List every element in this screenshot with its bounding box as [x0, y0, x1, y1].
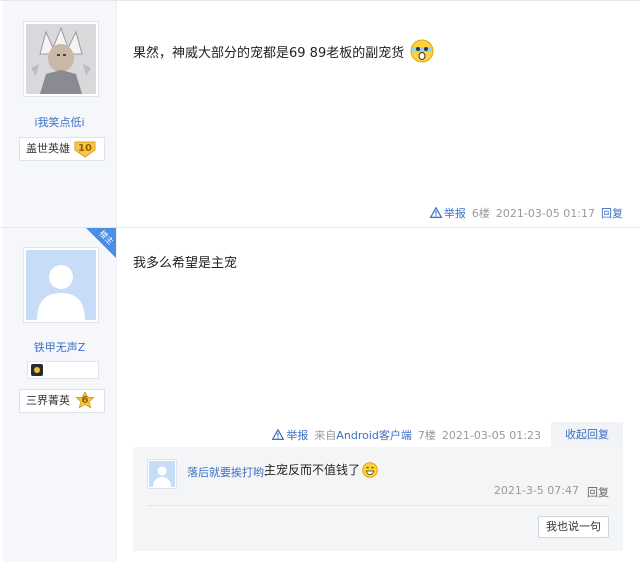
say-something-button[interactable]: 我也说一句 — [538, 516, 609, 538]
comment-text: 主宠反而不值钱了 — [264, 463, 361, 477]
post-tail: 举报 来自Android客户端 7楼 2021-03-05 01:23 收起回复 — [272, 422, 623, 448]
user-title-tag[interactable]: 三界菁英 6 — [19, 389, 105, 413]
source-link[interactable]: Android客户端 — [336, 429, 412, 442]
comment-meta: 2021-3-5 07:47 回复 — [494, 484, 609, 500]
grin-emoji-icon — [362, 461, 378, 478]
comment-time: 2021-3-5 07:47 — [493, 484, 579, 497]
comment-avatar[interactable] — [147, 459, 177, 489]
post-content: 果然，神威大部分的宠都是69 89老板的副宠货 — [133, 39, 435, 63]
fold-reply-button[interactable]: 收起回复 — [551, 422, 623, 448]
post-source: 来自Android客户端 — [314, 429, 412, 442]
report-label: 举报 — [286, 429, 309, 442]
avatar-anime-image — [26, 24, 96, 94]
report-label: 举报 — [443, 207, 466, 220]
floor-number: 6楼 — [471, 207, 490, 220]
comment-box: 落后就要挨打哟: 主宠反而不值钱了 2021-3-5 07:47 回复 我也说一… — [133, 447, 623, 551]
user-sidebar: 铁甲无声Z 三界菁英 6 — [3, 228, 117, 562]
user-title-label: 盖世英雄 — [26, 142, 70, 155]
warning-triangle-icon — [429, 207, 442, 218]
warning-triangle-icon — [272, 429, 285, 440]
post-content: 我多么希望是主宠 — [133, 252, 237, 271]
post-text: 果然，神威大部分的宠都是69 89老板的副宠货 — [133, 46, 405, 61]
report-link[interactable]: 举报 — [429, 205, 466, 221]
post-text: 我多么希望是主宠 — [133, 256, 238, 271]
comment-username-link[interactable]: 落后就要挨打哟: — [187, 464, 268, 480]
post-floor-6: i我笑点低i 盖世英雄 10 果然，神威大部分的宠都是69 89老板的副宠货 举… — [0, 0, 640, 228]
username-link[interactable]: i我笑点低i — [3, 114, 116, 130]
comment-reply-link[interactable]: 回复 — [587, 484, 609, 500]
reply-link[interactable]: 回复 — [601, 205, 623, 221]
post-time: 2021-03-05 01:17 — [495, 206, 595, 220]
user-sidebar: i我笑点低i 盖世英雄 10 — [3, 1, 117, 228]
floor-number: 7楼 — [417, 429, 436, 442]
louzhu-corner-badge: 楼主 — [86, 228, 116, 258]
user-title-tag[interactable]: 盖世英雄 10 — [19, 137, 105, 161]
comment-divider — [147, 505, 609, 506]
post-time: 2021-03-05 01:23 — [441, 428, 541, 442]
post-tail: 举报 6楼 2021-03-05 01:17 回复 — [429, 205, 623, 221]
comment-content: 主宠反而不值钱了 — [264, 461, 378, 478]
report-link[interactable]: 举报 — [272, 427, 308, 443]
level-number: 6 — [81, 395, 89, 406]
user-title-label: 三界菁英 — [26, 394, 70, 407]
default-avatar-image — [149, 461, 175, 487]
post-floor-7: 铁甲无声Z 三界菁英 6 楼主 我多么希望是主宠 举报 来自Android客户端 — [0, 227, 640, 562]
medal-icon — [31, 364, 43, 376]
avatar[interactable] — [23, 21, 99, 97]
level-number: 10 — [78, 143, 92, 154]
medal-box[interactable] — [27, 361, 99, 379]
username-link[interactable]: 铁甲无声Z — [3, 339, 116, 355]
surprised-emoji-icon — [410, 39, 434, 63]
